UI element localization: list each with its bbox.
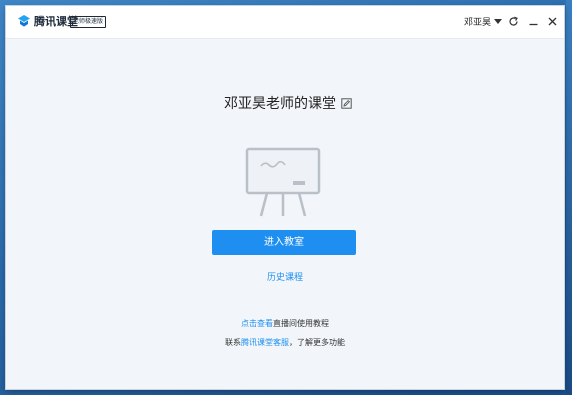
refresh-button[interactable] <box>506 14 520 28</box>
user-menu[interactable]: 邓亚昊 <box>464 14 503 28</box>
support-prefix: 联系 <box>225 338 241 347</box>
title-bar: 腾讯课堂 老师极速版 邓亚昊 <box>6 6 564 39</box>
minimize-icon <box>529 23 537 25</box>
desktop-edge <box>566 0 572 395</box>
app-window: 腾讯课堂 老师极速版 邓亚昊 邓亚昊老师的课堂 进入教室 历史课程 点击查看直播… <box>6 6 564 389</box>
classroom-title: 邓亚昊老师的课堂 <box>224 96 336 112</box>
classroom-title-row: 邓亚昊老师的课堂 <box>6 93 564 113</box>
edition-badge: 老师极速版 <box>70 16 107 28</box>
history-courses-link[interactable]: 历史课程 <box>6 270 564 283</box>
tutorial-link[interactable]: 点击查看 <box>241 319 273 328</box>
help-tutorial-line: 点击查看直播间使用教程 <box>6 318 564 329</box>
close-icon <box>548 17 556 25</box>
refresh-icon <box>508 16 518 26</box>
chevron-down-icon <box>494 18 503 24</box>
enter-classroom-button[interactable]: 进入教室 <box>212 230 356 255</box>
support-suffix: ，了解更多功能 <box>289 338 345 347</box>
minimize-button[interactable] <box>526 14 540 28</box>
edit-icon[interactable] <box>341 97 352 109</box>
close-button[interactable] <box>545 14 559 28</box>
customer-service-link[interactable]: 腾讯课堂客服 <box>241 338 289 347</box>
whiteboard-easel-icon <box>245 147 321 217</box>
tencent-classroom-logo-icon <box>18 15 30 27</box>
help-support-line: 联系腾讯课堂客服，了解更多功能 <box>6 337 564 348</box>
tutorial-text: 直播间使用教程 <box>273 319 329 328</box>
user-name: 邓亚昊 <box>464 17 492 28</box>
